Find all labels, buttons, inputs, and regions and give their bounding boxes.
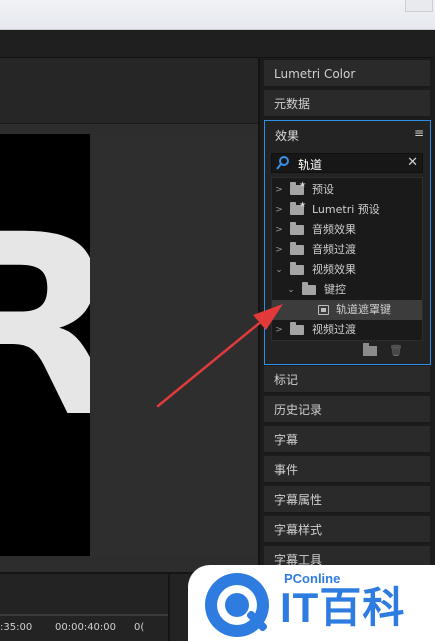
panel-tab-title-properties[interactable]: 字幕属性 xyxy=(264,486,430,514)
panel-tab-lumetri-color[interactable]: Lumetri Color xyxy=(264,60,430,88)
folder-icon xyxy=(290,322,304,335)
tree-item-label: 预设 xyxy=(312,183,334,196)
tree-item-lumetri-presets[interactable]: > ★ Lumetri 预设 xyxy=(272,200,422,220)
folder-icon xyxy=(302,282,316,295)
tree-item-video-effects[interactable]: ⌄ 视频效果 xyxy=(272,260,422,280)
tree-item-presets[interactable]: > ★ 预设 xyxy=(272,180,422,200)
effects-search-field[interactable]: 轨道 ✕ xyxy=(271,153,423,173)
chevron-down-icon[interactable]: ⌄ xyxy=(286,280,296,300)
chevron-down-icon[interactable]: ⌄ xyxy=(274,260,284,280)
panel-tab-history[interactable]: 历史记录 xyxy=(264,396,430,424)
chevron-right-icon[interactable]: > xyxy=(274,320,284,340)
monitor-header xyxy=(0,58,258,124)
hamburger-icon[interactable]: ≡ xyxy=(414,127,424,139)
watermark-big-text: IT百科 xyxy=(280,584,406,631)
search-input-value[interactable]: 轨道 xyxy=(298,156,322,173)
tree-item-label: 视频过渡 xyxy=(312,323,356,336)
right-panel-column: Lumetri Color 元数据 效果 ≡ 轨道 ✕ > ★ 预设 > ★ L… xyxy=(258,58,435,574)
panel-tab-captions[interactable]: 字幕 xyxy=(264,426,430,454)
search-icon xyxy=(276,156,289,170)
monitor-background xyxy=(90,134,258,556)
tree-item-label: 音频过渡 xyxy=(312,243,356,256)
effect-icon xyxy=(318,305,329,315)
panel-tab-events[interactable]: 事件 xyxy=(264,456,430,484)
star-icon: ★ xyxy=(299,180,307,189)
preview-letter: R xyxy=(0,202,90,452)
timecode-label: 0( xyxy=(134,622,145,633)
chevron-right-icon[interactable]: > xyxy=(274,180,284,200)
chevron-right-icon[interactable]: > xyxy=(274,220,284,240)
tree-item-track-matte-key[interactable]: 轨道遮罩键 xyxy=(272,300,422,320)
video-preview: R xyxy=(0,134,90,556)
tree-item-audio-effects[interactable]: > 音频效果 xyxy=(272,220,422,240)
panel-tab-title-styles[interactable]: 字幕样式 xyxy=(264,516,430,544)
workspace-bar xyxy=(0,30,435,58)
effects-panel-title[interactable]: 效果 xyxy=(275,127,299,144)
tree-item-audio-transitions[interactable]: > 音频过渡 xyxy=(272,240,422,260)
timecode-label: :35:00 xyxy=(0,622,33,633)
effects-panel: 效果 ≡ 轨道 ✕ > ★ 预设 > ★ Lumetri 预设 > 音频效果 >… xyxy=(264,120,431,365)
timeline-divider xyxy=(168,574,170,641)
tree-item-label: Lumetri 预设 xyxy=(312,203,380,216)
chevron-right-icon[interactable]: > xyxy=(274,240,284,260)
star-icon: ★ xyxy=(299,200,307,209)
chevron-right-icon[interactable]: > xyxy=(274,200,284,220)
folder-icon xyxy=(290,222,304,235)
tree-item-label: 音频效果 xyxy=(312,223,356,236)
new-bin-icon[interactable] xyxy=(363,343,377,356)
effects-tree: > ★ 预设 > ★ Lumetri 预设 > 音频效果 > 音频过渡 ⌄ 视频… xyxy=(271,177,423,341)
tree-item-label: 视频效果 xyxy=(312,263,356,276)
premiere-window: R Lumetri Color 元数据 效果 ≡ 轨道 ✕ > ★ xyxy=(0,0,435,641)
effects-panel-footer: 🗑 xyxy=(265,343,430,360)
program-monitor: R xyxy=(0,58,258,572)
close-icon[interactable]: ✕ xyxy=(407,155,418,171)
tree-item-keying[interactable]: ⌄ 键控 xyxy=(272,280,422,300)
window-close-button[interactable] xyxy=(405,0,433,12)
tree-item-label: 键控 xyxy=(324,283,346,296)
panel-tab-markers[interactable]: 标记 xyxy=(264,366,430,394)
timecode-label: 00:00:40:00 xyxy=(55,622,117,633)
timeline-ruler[interactable] xyxy=(0,614,168,616)
folder-icon xyxy=(290,242,304,255)
pconline-logo-icon xyxy=(205,573,269,637)
tree-item-label: 轨道遮罩键 xyxy=(336,303,391,316)
folder-icon xyxy=(290,262,304,275)
panel-tab-metadata[interactable]: 元数据 xyxy=(264,90,430,118)
tree-item-video-transitions[interactable]: > 视频过渡 xyxy=(272,320,422,340)
trash-icon[interactable]: 🗑 xyxy=(389,344,403,358)
window-titlebar xyxy=(0,0,435,30)
